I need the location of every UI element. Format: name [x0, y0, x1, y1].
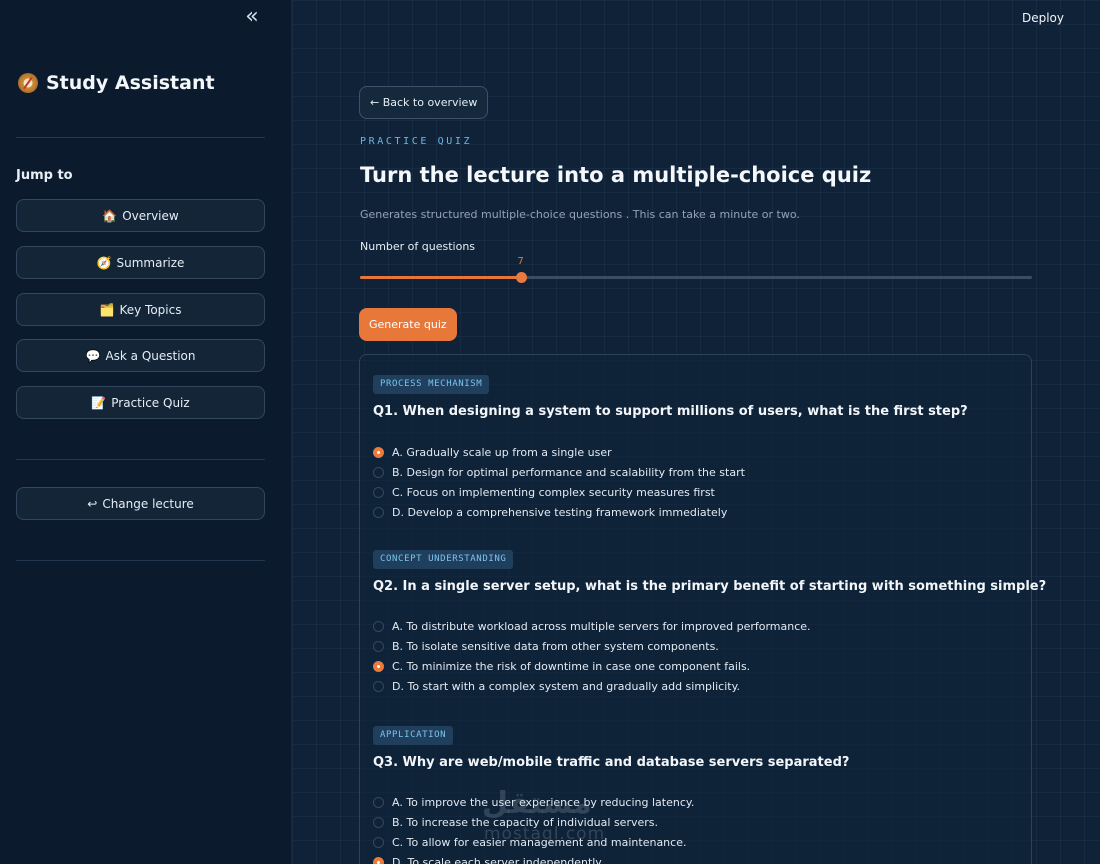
option-label: A. Gradually scale up from a single user — [392, 445, 612, 459]
app-title: Study Assistant — [18, 72, 215, 94]
sidebar: « Study Assistant Jump to 🏠 Overview 🧭 S… — [0, 0, 292, 864]
folder-icon: 🗂️ — [99, 302, 115, 317]
quiz-question: APPLICATION Q3. Why are web/mobile traff… — [373, 722, 1023, 864]
option-c[interactable]: C. Focus on implementing complex securit… — [373, 482, 745, 502]
nav-key-topics-button[interactable]: 🗂️ Key Topics — [16, 293, 265, 326]
option-label: B. To increase the capacity of individua… — [392, 815, 658, 829]
collapse-sidebar-icon[interactable]: « — [240, 6, 264, 30]
radio-button[interactable] — [373, 620, 384, 632]
sidebar-divider — [16, 137, 265, 138]
question-tag-badge: PROCESS MECHANISM — [373, 375, 490, 394]
option-label: B. To isolate sensitive data from other … — [392, 639, 719, 653]
compass-icon: 🧭 — [96, 255, 112, 270]
back-to-overview-button[interactable]: ← Back to overview — [359, 86, 489, 119]
option-a[interactable]: A. Gradually scale up from a single user — [373, 442, 745, 462]
option-a[interactable]: A. To distribute workload across multipl… — [373, 616, 811, 636]
slider-value: 7 — [517, 256, 524, 267]
radio-button[interactable] — [373, 446, 384, 458]
jump-to-label: Jump to — [16, 168, 73, 183]
radio-button[interactable] — [373, 680, 384, 692]
option-b[interactable]: B. To isolate sensitive data from other … — [373, 636, 811, 656]
option-label: C. To minimize the risk of downtime in c… — [392, 659, 751, 673]
nav-label: Key Topics — [119, 302, 182, 317]
option-label: C. To allow for easier management and ma… — [392, 835, 687, 849]
radio-button[interactable] — [373, 856, 384, 864]
quiz-question: PROCESS MECHANISM Q1. When designing a s… — [373, 371, 1023, 519]
option-label: C. Focus on implementing complex securit… — [392, 485, 715, 499]
option-label: A. To improve the user experience by red… — [392, 795, 695, 809]
option-b[interactable]: B. To increase the capacity of individua… — [373, 812, 694, 832]
nav-overview-button[interactable]: 🏠 Overview — [16, 199, 265, 232]
memo-icon: 📝 — [91, 395, 107, 410]
radio-button[interactable] — [373, 796, 384, 808]
sidebar-divider — [16, 560, 265, 561]
change-lecture-button[interactable]: ↩ Change lecture — [16, 487, 265, 520]
slider-thumb[interactable] — [515, 272, 527, 283]
question-text: Q2. In a single server setup, what is th… — [373, 579, 1047, 594]
question-tag-badge: APPLICATION — [373, 726, 454, 745]
radio-button[interactable] — [373, 506, 384, 518]
generate-quiz-button[interactable]: Generate quiz — [359, 308, 457, 341]
nav-summarize-button[interactable]: 🧭 Summarize — [16, 246, 265, 279]
house-icon: 🏠 — [102, 208, 118, 223]
nav-ask-question-button[interactable]: 💬 Ask a Question — [16, 339, 265, 372]
options-list: A. Gradually scale up from a single user… — [373, 442, 745, 522]
option-c[interactable]: C. To minimize the risk of downtime in c… — [373, 656, 811, 676]
option-a[interactable]: A. To improve the user experience by red… — [373, 792, 694, 812]
quiz-question: CONCEPT UNDERSTANDING Q2. In a single se… — [373, 546, 1046, 693]
speech-bubble-icon: 💬 — [85, 348, 101, 363]
option-b[interactable]: B. Design for optimal performance and sc… — [373, 462, 745, 482]
nav-label: Practice Quiz — [111, 395, 190, 410]
question-text: Q1. When designing a system to support m… — [373, 404, 968, 419]
deploy-button[interactable]: Deploy — [1022, 11, 1064, 25]
question-count-slider[interactable]: 7 — [360, 256, 1032, 283]
app-title-text: Study Assistant — [46, 72, 215, 94]
sidebar-divider — [16, 459, 265, 460]
radio-button[interactable] — [373, 836, 384, 848]
option-c[interactable]: C. To allow for easier management and ma… — [373, 832, 694, 852]
option-label: B. Design for optimal performance and sc… — [392, 465, 745, 479]
question-text: Q3. Why are web/mobile traffic and datab… — [373, 755, 850, 770]
options-list: A. To improve the user experience by red… — [373, 792, 694, 864]
radio-button[interactable] — [373, 640, 384, 652]
radio-button[interactable] — [373, 466, 384, 478]
option-d[interactable]: D. To scale each server independently — [373, 852, 694, 864]
radio-button[interactable] — [373, 816, 384, 828]
return-arrow-icon: ↩ — [87, 496, 98, 511]
option-label: D. Develop a comprehensive testing frame… — [392, 505, 728, 519]
compass-icon — [18, 73, 38, 93]
options-list: A. To distribute workload across multipl… — [373, 616, 811, 696]
change-lecture-label: Change lecture — [102, 496, 194, 511]
option-label: D. To scale each server independently — [392, 855, 602, 864]
nav-label: Summarize — [116, 255, 185, 270]
page-subtitle: Generates structured multiple-choice que… — [360, 208, 800, 221]
page-title: Turn the lecture into a multiple-choice … — [360, 163, 872, 187]
option-d[interactable]: D. To start with a complex system and gr… — [373, 676, 811, 696]
option-label: D. To start with a complex system and gr… — [392, 679, 741, 693]
slider-fill — [360, 276, 521, 279]
quiz-card: PROCESS MECHANISM Q1. When designing a s… — [359, 354, 1046, 864]
radio-button[interactable] — [373, 486, 384, 498]
nav-label: Overview — [122, 208, 179, 223]
option-label: A. To distribute workload across multipl… — [392, 619, 811, 633]
question-tag-badge: CONCEPT UNDERSTANDING — [373, 550, 514, 569]
section-kicker: PRACTICE QUIZ — [360, 136, 473, 147]
nav-practice-quiz-button[interactable]: 📝 Practice Quiz — [16, 386, 265, 419]
question-count-label: Number of questions — [360, 240, 476, 253]
option-d[interactable]: D. Develop a comprehensive testing frame… — [373, 502, 745, 522]
main-content: Deploy ← Back to overview PRACTICE QUIZ … — [292, 0, 1100, 864]
radio-button[interactable] — [373, 660, 384, 672]
nav-label: Ask a Question — [105, 348, 196, 363]
